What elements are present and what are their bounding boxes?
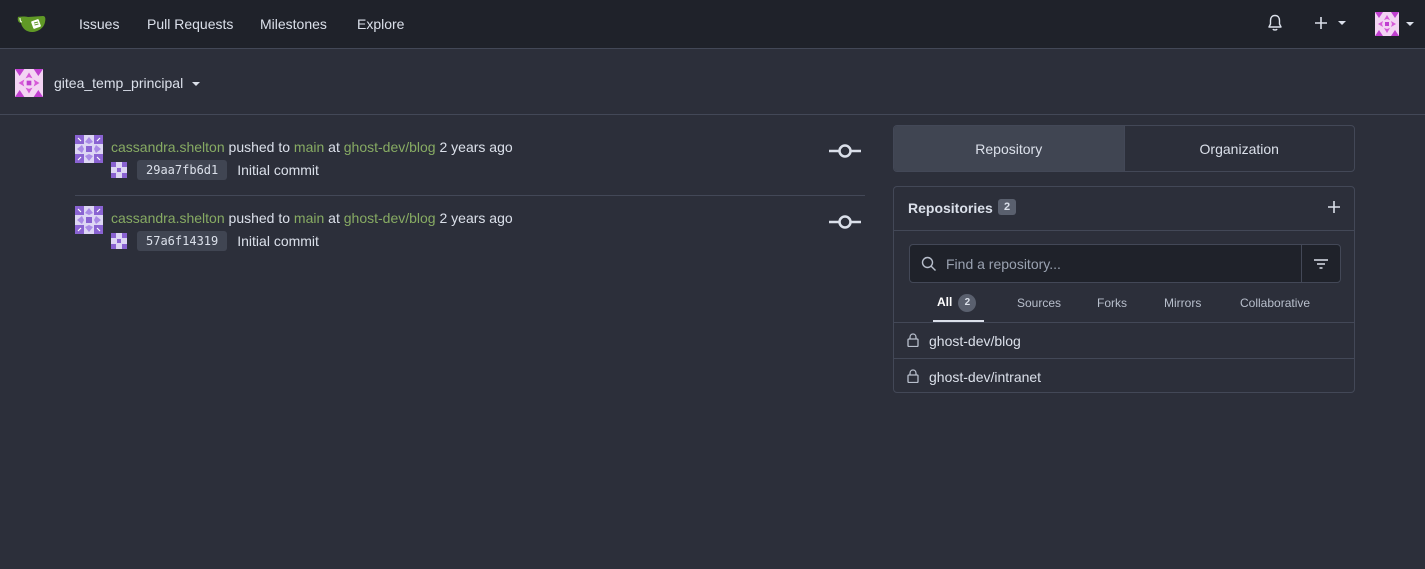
repo-filter-button[interactable]: [1301, 245, 1340, 282]
feed-item: cassandra.shelton pushed to main at ghos…: [75, 135, 865, 189]
subtab-all-count: 2: [958, 294, 977, 312]
subtab-forks[interactable]: Forks: [1097, 296, 1127, 310]
context-switcher[interactable]: gitea_temp_principal: [54, 75, 201, 91]
dashboard-context-bar: gitea_temp_principal: [0, 49, 1425, 115]
feed-at-label: at: [328, 139, 340, 155]
repo-name-link[interactable]: ghost-dev/blog: [929, 333, 1021, 349]
nav-issues[interactable]: Issues: [79, 0, 119, 48]
repo-list-item[interactable]: ghost-dev/intranet: [894, 358, 1354, 392]
commit-row: 57a6f14319 Initial commit: [111, 230, 319, 252]
feed-user-link[interactable]: cassandra.shelton: [111, 139, 225, 155]
feed-repo-link[interactable]: ghost-dev/blog: [344, 210, 436, 226]
chevron-down-icon: [1406, 22, 1414, 26]
feed-action-text: cassandra.shelton pushed to main at ghos…: [111, 210, 513, 226]
feed-user-link[interactable]: cassandra.shelton: [111, 210, 225, 226]
sidebar-tabs: Repository Organization: [893, 125, 1355, 172]
repositories-count-badge: 2: [998, 199, 1017, 215]
repo-search-input[interactable]: [946, 245, 1296, 282]
commit-author-avatar: [111, 233, 127, 249]
commit-row: 29aa7fb6d1 Initial commit: [111, 159, 319, 181]
repo-filter-tabs: All 2 Sources Forks Mirrors Collaborative: [894, 287, 1354, 323]
tab-repository[interactable]: Repository: [894, 126, 1124, 171]
repo-name-link[interactable]: ghost-dev/intranet: [929, 369, 1041, 385]
subtab-all-label: All: [937, 295, 953, 310]
user-avatar[interactable]: [75, 206, 103, 234]
subtab-sources[interactable]: Sources: [1017, 296, 1061, 310]
chevron-down-icon: [1338, 21, 1346, 25]
feed-repo-link[interactable]: ghost-dev/blog: [344, 139, 436, 155]
repositories-title: Repositories: [908, 200, 993, 216]
nav-pull-requests[interactable]: Pull Requests: [147, 0, 233, 48]
nav-explore[interactable]: Explore: [357, 0, 404, 48]
avatar: [1375, 12, 1399, 36]
filter-icon: [1314, 259, 1328, 269]
subtab-all[interactable]: All 2: [937, 294, 977, 312]
feed-divider: [75, 195, 865, 196]
context-user-name: gitea_temp_principal: [54, 75, 184, 91]
commit-sha-link[interactable]: 29aa7fb6d1: [137, 160, 228, 180]
commit-message: Initial commit: [237, 162, 319, 178]
commit-sha-link[interactable]: 57a6f14319: [137, 231, 228, 251]
git-commit-icon: [829, 215, 861, 229]
git-commit-icon: [829, 144, 861, 158]
search-icon: [921, 256, 936, 271]
tab-organization[interactable]: Organization: [1123, 126, 1355, 171]
plus-icon: [1315, 17, 1327, 29]
context-avatar: [15, 69, 43, 97]
feed-time: 2 years ago: [439, 139, 513, 155]
new-repository-plus-icon[interactable]: [1326, 199, 1342, 215]
lock-icon: [907, 369, 919, 383]
repositories-header: Repositories 2: [894, 187, 1354, 231]
feed-time: 2 years ago: [439, 210, 513, 226]
chevron-down-icon: [192, 82, 201, 86]
feed-at-label: at: [328, 210, 340, 226]
feed-action-label: pushed to: [228, 210, 291, 226]
repo-list-item[interactable]: ghost-dev/blog: [894, 323, 1354, 358]
subtab-collaborative[interactable]: Collaborative: [1240, 296, 1310, 310]
repo-search-box: [909, 244, 1341, 283]
active-tab-indicator: [933, 320, 984, 322]
feed-item: cassandra.shelton pushed to main at ghos…: [75, 206, 865, 260]
user-menu-button[interactable]: [1375, 12, 1415, 38]
bell-icon[interactable]: [1267, 14, 1283, 32]
repositories-panel: Repositories 2 All 2 Sources Forks Mirror…: [893, 186, 1355, 393]
commit-author-avatar: [111, 162, 127, 178]
lock-icon: [907, 333, 919, 347]
commit-message: Initial commit: [237, 233, 319, 249]
user-avatar[interactable]: [75, 135, 103, 163]
create-menu-button[interactable]: [1314, 15, 1346, 33]
top-navbar: Issues Pull Requests Milestones Explore: [0, 0, 1425, 49]
feed-action-label: pushed to: [228, 139, 291, 155]
feed-action-text: cassandra.shelton pushed to main at ghos…: [111, 139, 513, 155]
feed-branch-link[interactable]: main: [294, 139, 324, 155]
nav-milestones[interactable]: Milestones: [260, 0, 327, 48]
feed-branch-link[interactable]: main: [294, 210, 324, 226]
subtab-mirrors[interactable]: Mirrors: [1164, 296, 1201, 310]
gitea-logo-icon[interactable]: [16, 12, 48, 36]
